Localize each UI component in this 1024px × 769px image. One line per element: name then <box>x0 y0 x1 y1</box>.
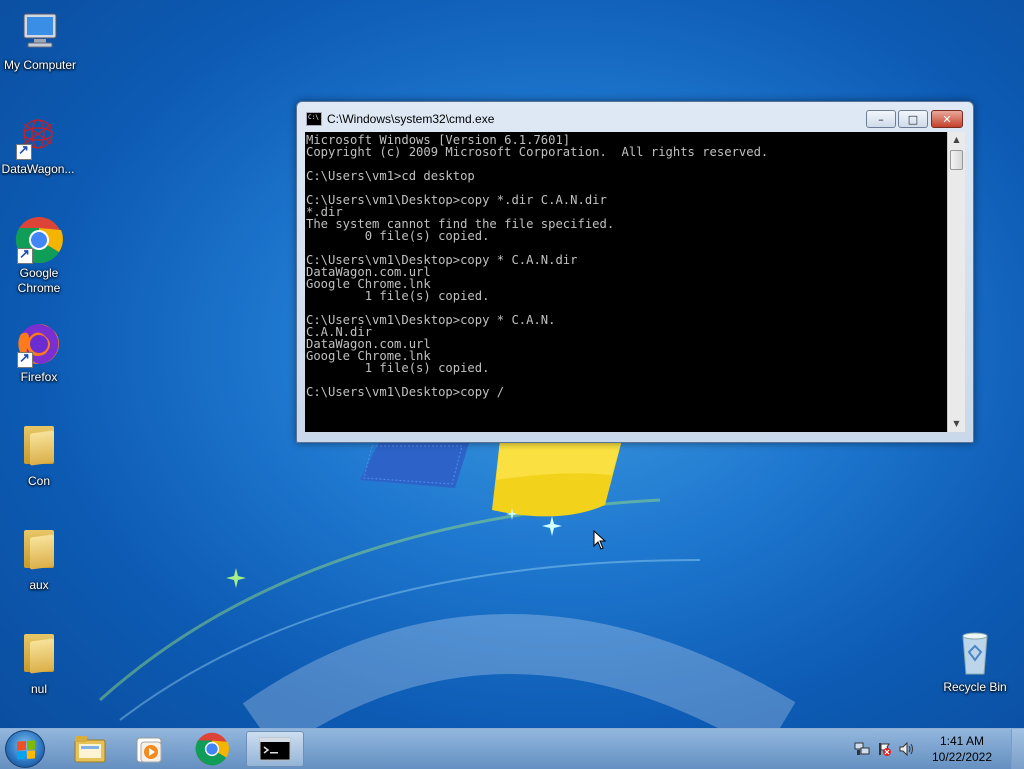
desktop-icon-label: Firefox <box>20 370 58 384</box>
close-icon: ✕ <box>942 112 952 126</box>
taskbar-explorer[interactable] <box>62 731 118 767</box>
recycle-bin-icon <box>951 630 999 678</box>
window-titlebar[interactable]: C:\Windows\system32\cmd.exe – □ ✕ <box>297 102 973 132</box>
media-player-icon <box>136 737 162 763</box>
desktop-icon-datawagon[interactable]: DataWagon... <box>0 112 78 177</box>
scroll-up-arrow-icon[interactable]: ▲ <box>948 132 965 148</box>
desktop-icon-label: Con <box>27 474 50 488</box>
chrome-icon <box>195 732 229 766</box>
folder-icon <box>15 528 63 576</box>
desktop-icon-label: My Computer <box>3 58 77 72</box>
desktop-icon-google-chrome[interactable]: Google Chrome <box>0 216 79 296</box>
action-center-flag-icon[interactable] <box>876 741 892 757</box>
mouse-cursor-icon <box>593 530 607 550</box>
desktop-icon-firefox[interactable]: Firefox <box>0 320 79 385</box>
folder-explorer-icon <box>74 736 106 763</box>
folder-icon <box>15 424 63 472</box>
shortcut-arrow-icon <box>17 246 33 264</box>
desktop-icon-label: nul <box>30 682 47 696</box>
minimize-icon: – <box>878 112 884 126</box>
clock-time: 1:41 AM <box>939 734 985 748</box>
clock-date: 10/22/2022 <box>931 750 993 764</box>
desktop-icon-folder-aux[interactable]: aux <box>0 524 79 593</box>
computer-icon <box>16 8 64 56</box>
desktop-icon-folder-nul[interactable]: nul <box>0 628 79 697</box>
minimize-button[interactable]: – <box>866 110 896 128</box>
firefox-icon <box>15 320 63 368</box>
taskbar-chrome[interactable] <box>184 731 240 767</box>
vertical-scrollbar[interactable]: ▲ ▼ <box>947 132 965 432</box>
cmd-icon <box>306 112 322 126</box>
desktop-icon-label: Recycle Bin <box>943 680 1007 694</box>
maximize-icon: □ <box>907 112 919 126</box>
volume-icon[interactable] <box>898 741 916 757</box>
desktop-icon-recycle-bin[interactable]: Recycle Bin <box>935 630 1015 695</box>
close-button[interactable]: ✕ <box>931 110 963 128</box>
windows-logo-icon <box>17 740 35 760</box>
console-text: Microsoft Windows [Version 6.1.7601] Cop… <box>306 133 769 399</box>
system-tray: 1:41 AM 10/22/2022 <box>854 729 1024 769</box>
taskbar: 1:41 AM 10/22/2022 <box>0 728 1024 769</box>
taskbar-media-player[interactable] <box>122 731 178 767</box>
desktop-icon-folder-con[interactable]: Con <box>0 420 79 489</box>
window-title: C:\Windows\system32\cmd.exe <box>327 112 495 126</box>
maximize-button[interactable]: □ <box>898 110 928 128</box>
desktop-icon-label: DataWagon... <box>1 162 75 176</box>
console-output[interactable]: Microsoft Windows [Version 6.1.7601] Cop… <box>305 132 947 432</box>
datawagon-icon <box>14 112 62 160</box>
show-desktop-button[interactable] <box>1011 729 1024 769</box>
taskbar-cmd[interactable] <box>246 731 304 767</box>
desktop-icon-my-computer[interactable]: My Computer <box>0 8 80 73</box>
shortcut-arrow-icon <box>17 350 33 368</box>
shortcut-arrow-icon <box>16 142 32 160</box>
scrollbar-thumb[interactable] <box>950 150 963 170</box>
clock[interactable]: 1:41 AM 10/22/2022 <box>922 733 1002 765</box>
cmd-window[interactable]: C:\Windows\system32\cmd.exe – □ ✕ Micros… <box>296 101 974 443</box>
cmd-icon <box>259 737 291 761</box>
chrome-icon <box>15 216 63 264</box>
desktop-icon-label: aux <box>29 578 49 592</box>
scroll-down-arrow-icon[interactable]: ▼ <box>948 416 965 432</box>
desktop-icon-label: Google Chrome <box>17 266 61 295</box>
folder-icon <box>15 632 63 680</box>
network-icon[interactable] <box>854 741 870 757</box>
start-button[interactable] <box>5 730 45 768</box>
